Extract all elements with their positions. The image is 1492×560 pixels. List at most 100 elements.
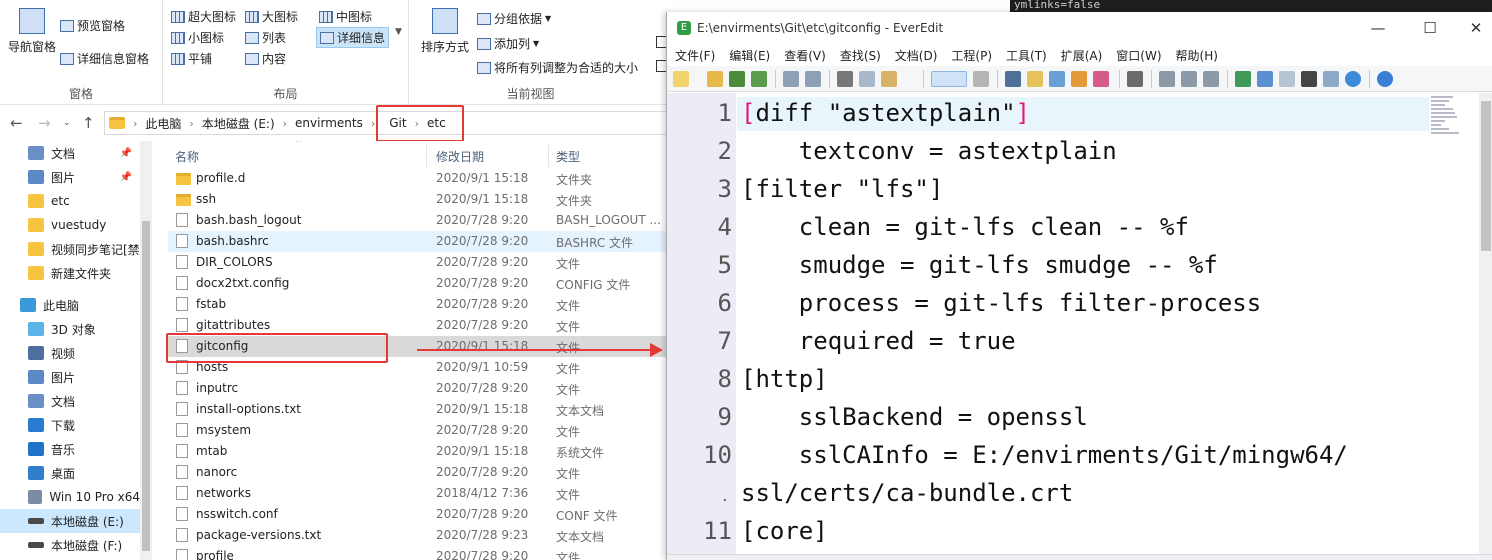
layout-details[interactable]: 详细信息: [316, 27, 390, 48]
file-row[interactable]: nsswitch.conf 2020/7/28 9:20 CONF 文件: [168, 504, 670, 525]
sidebar-item-this-pc[interactable]: 此电脑: [0, 293, 140, 317]
split-view-icon[interactable]: [1279, 71, 1295, 87]
sidebar-item-documents[interactable]: 文档 📌: [0, 141, 140, 165]
column-header-date[interactable]: 修改日期: [436, 145, 484, 167]
find-in-files-icon[interactable]: [1071, 71, 1087, 87]
open-file-icon[interactable]: [707, 71, 723, 87]
file-row[interactable]: bash.bashrc 2020/7/28 9:20 BASHRC 文件: [168, 231, 670, 252]
sort-by-button[interactable]: 排序方式: [421, 8, 469, 55]
sidebar-scroll-thumb[interactable]: [142, 221, 150, 551]
menu-document[interactable]: 文档(D): [895, 47, 938, 64]
sidebar-item-drive-f[interactable]: 本地磁盘 (F:): [0, 533, 140, 557]
editor-titlebar[interactable]: E E:\envirments\Git\etc\gitconfig - Ever…: [667, 12, 1492, 44]
sidebar-item-pictures-pc[interactable]: 图片: [0, 365, 140, 389]
help-icon[interactable]: [1377, 71, 1393, 87]
file-row[interactable]: package-versions.txt 2020/7/28 9:23 文本文档: [168, 525, 670, 546]
sidebar-item-new-folder[interactable]: 新建文件夹: [0, 261, 140, 285]
editor-scroll-thumb[interactable]: [1481, 101, 1491, 251]
sidebar-item-music[interactable]: 音乐: [0, 437, 140, 461]
file-row[interactable]: docx2txt.config 2020/7/28 9:20 CONFIG 文件: [168, 273, 670, 294]
layout-list[interactable]: 列表: [245, 29, 286, 46]
sidebar-item-drive-c[interactable]: Win 10 Pro x64: [0, 485, 140, 509]
column-header-type[interactable]: 类型: [556, 145, 580, 167]
tree-icon[interactable]: [1235, 71, 1251, 87]
layout-tiles[interactable]: 平铺: [171, 50, 212, 67]
layout-extra-large-icons[interactable]: 超大图标: [171, 8, 236, 25]
tool-gear-3-icon[interactable]: [1203, 71, 1219, 87]
file-row[interactable]: mtab 2020/9/1 15:18 系统文件: [168, 441, 670, 462]
menu-project[interactable]: 工程(P): [951, 47, 992, 64]
layout-large-icons[interactable]: 大图标: [245, 8, 298, 25]
sidebar-scrollbar[interactable]: [140, 141, 152, 560]
file-row[interactable]: fstab 2020/7/28 9:20 文件: [168, 294, 670, 315]
details-pane-button[interactable]: 详细信息窗格: [60, 50, 149, 67]
breadcrumb-this-pc[interactable]: 此电脑: [145, 115, 181, 132]
menu-search[interactable]: 查找(S): [840, 47, 881, 64]
file-row[interactable]: msystem 2020/7/28 9:20 文件: [168, 420, 670, 441]
tool-gear-icon[interactable]: [1159, 71, 1175, 87]
menu-view[interactable]: 查看(V): [784, 47, 826, 64]
minimize-icon[interactable]: —: [1355, 16, 1401, 40]
window-icon[interactable]: [1323, 71, 1339, 87]
sidebar-item-3d-objects[interactable]: 3D 对象: [0, 317, 140, 341]
menu-file[interactable]: 文件(F): [675, 47, 715, 64]
file-row[interactable]: bash.bash_logout 2020/7/28 9:20 BASH_LOGOU…: [168, 210, 670, 231]
file-row[interactable]: inputrc 2020/7/28 9:20 文件: [168, 378, 670, 399]
breadcrumb-envirments[interactable]: envirments: [295, 116, 363, 130]
menu-extensions[interactable]: 扩展(A): [1061, 47, 1103, 64]
sidebar-item-desktop[interactable]: 桌面: [0, 461, 140, 485]
replace-icon[interactable]: [1049, 71, 1065, 87]
file-row[interactable]: DIR_COLORS 2020/7/28 9:20 文件: [168, 252, 670, 273]
sidebar-item-pictures[interactable]: 图片 📌: [0, 165, 140, 189]
bookmark-icon[interactable]: [1093, 71, 1109, 87]
save-all-icon[interactable]: [751, 71, 767, 87]
preview-pane-button[interactable]: 预览窗格: [60, 17, 125, 34]
macro-icon[interactable]: [1127, 71, 1143, 87]
layout-small-icons[interactable]: 小图标: [171, 29, 224, 46]
forward-arrow-icon[interactable]: →: [38, 114, 51, 132]
undo-icon[interactable]: [783, 71, 799, 87]
file-row[interactable]: nanorc 2020/7/28 9:20 文件: [168, 462, 670, 483]
close-icon[interactable]: ✕: [1453, 16, 1492, 40]
layout-content[interactable]: 内容: [245, 50, 286, 67]
redo-icon[interactable]: [805, 71, 821, 87]
code-area[interactable]: [diff "astextplain"] textconv = astextpl…: [737, 93, 1477, 560]
file-row[interactable]: ssh 2020/9/1 15:18 文件夹: [168, 189, 670, 210]
menu-help[interactable]: 帮助(H): [1176, 47, 1218, 64]
menu-window[interactable]: 窗口(W): [1116, 47, 1161, 64]
maximize-icon[interactable]: ☐: [1407, 16, 1453, 40]
column-header-name[interactable]: 名称: [175, 145, 199, 167]
nav-pane-button[interactable]: 导航窗格: [8, 8, 56, 55]
file-row[interactable]: install-options.txt 2020/9/1 15:18 文本文档: [168, 399, 670, 420]
new-file-icon[interactable]: [673, 71, 689, 87]
layout-scroll-down-icon[interactable]: ▼: [395, 27, 402, 37]
document-icon[interactable]: [973, 71, 989, 87]
paste-icon[interactable]: [881, 71, 897, 87]
up-arrow-icon[interactable]: ↑: [82, 114, 95, 132]
breadcrumb-drive-e[interactable]: 本地磁盘 (E:): [202, 115, 275, 132]
sidebar-item-videos[interactable]: 视频: [0, 341, 140, 365]
console-icon[interactable]: [1301, 71, 1317, 87]
find-next-icon[interactable]: [1027, 71, 1043, 87]
add-column-button[interactable]: 添加列 ▼: [477, 35, 539, 52]
minimap[interactable]: [1431, 96, 1461, 146]
menu-tools[interactable]: 工具(T): [1006, 47, 1047, 64]
panel-icon[interactable]: [1257, 71, 1273, 87]
sidebar-item-etc[interactable]: etc: [0, 189, 140, 213]
editor-scrollbar[interactable]: [1479, 93, 1492, 560]
fit-columns-button[interactable]: 将所有列调整为合适的大小: [477, 59, 638, 76]
sidebar-item-vuestudy[interactable]: vuestudy: [0, 213, 140, 237]
back-arrow-icon[interactable]: ←: [10, 114, 23, 132]
cut-icon[interactable]: [837, 71, 853, 87]
layout-medium-icons[interactable]: 中图标: [319, 8, 372, 25]
sidebar-item-documents-pc[interactable]: 文档: [0, 389, 140, 413]
copy-icon[interactable]: [859, 71, 875, 87]
tool-gear-2-icon[interactable]: [1181, 71, 1197, 87]
save-icon[interactable]: [729, 71, 745, 87]
file-row[interactable]: profile.d 2020/9/1 15:18 文件夹: [168, 168, 670, 189]
browser-icon[interactable]: [1345, 71, 1361, 87]
sidebar-item-drive-e[interactable]: 本地磁盘 (E:): [0, 509, 140, 533]
word-wrap-dropdown-icon[interactable]: [931, 71, 967, 87]
file-row[interactable]: profile 2020/7/28 9:20 文件: [168, 546, 670, 560]
sidebar-item-downloads[interactable]: 下载: [0, 413, 140, 437]
